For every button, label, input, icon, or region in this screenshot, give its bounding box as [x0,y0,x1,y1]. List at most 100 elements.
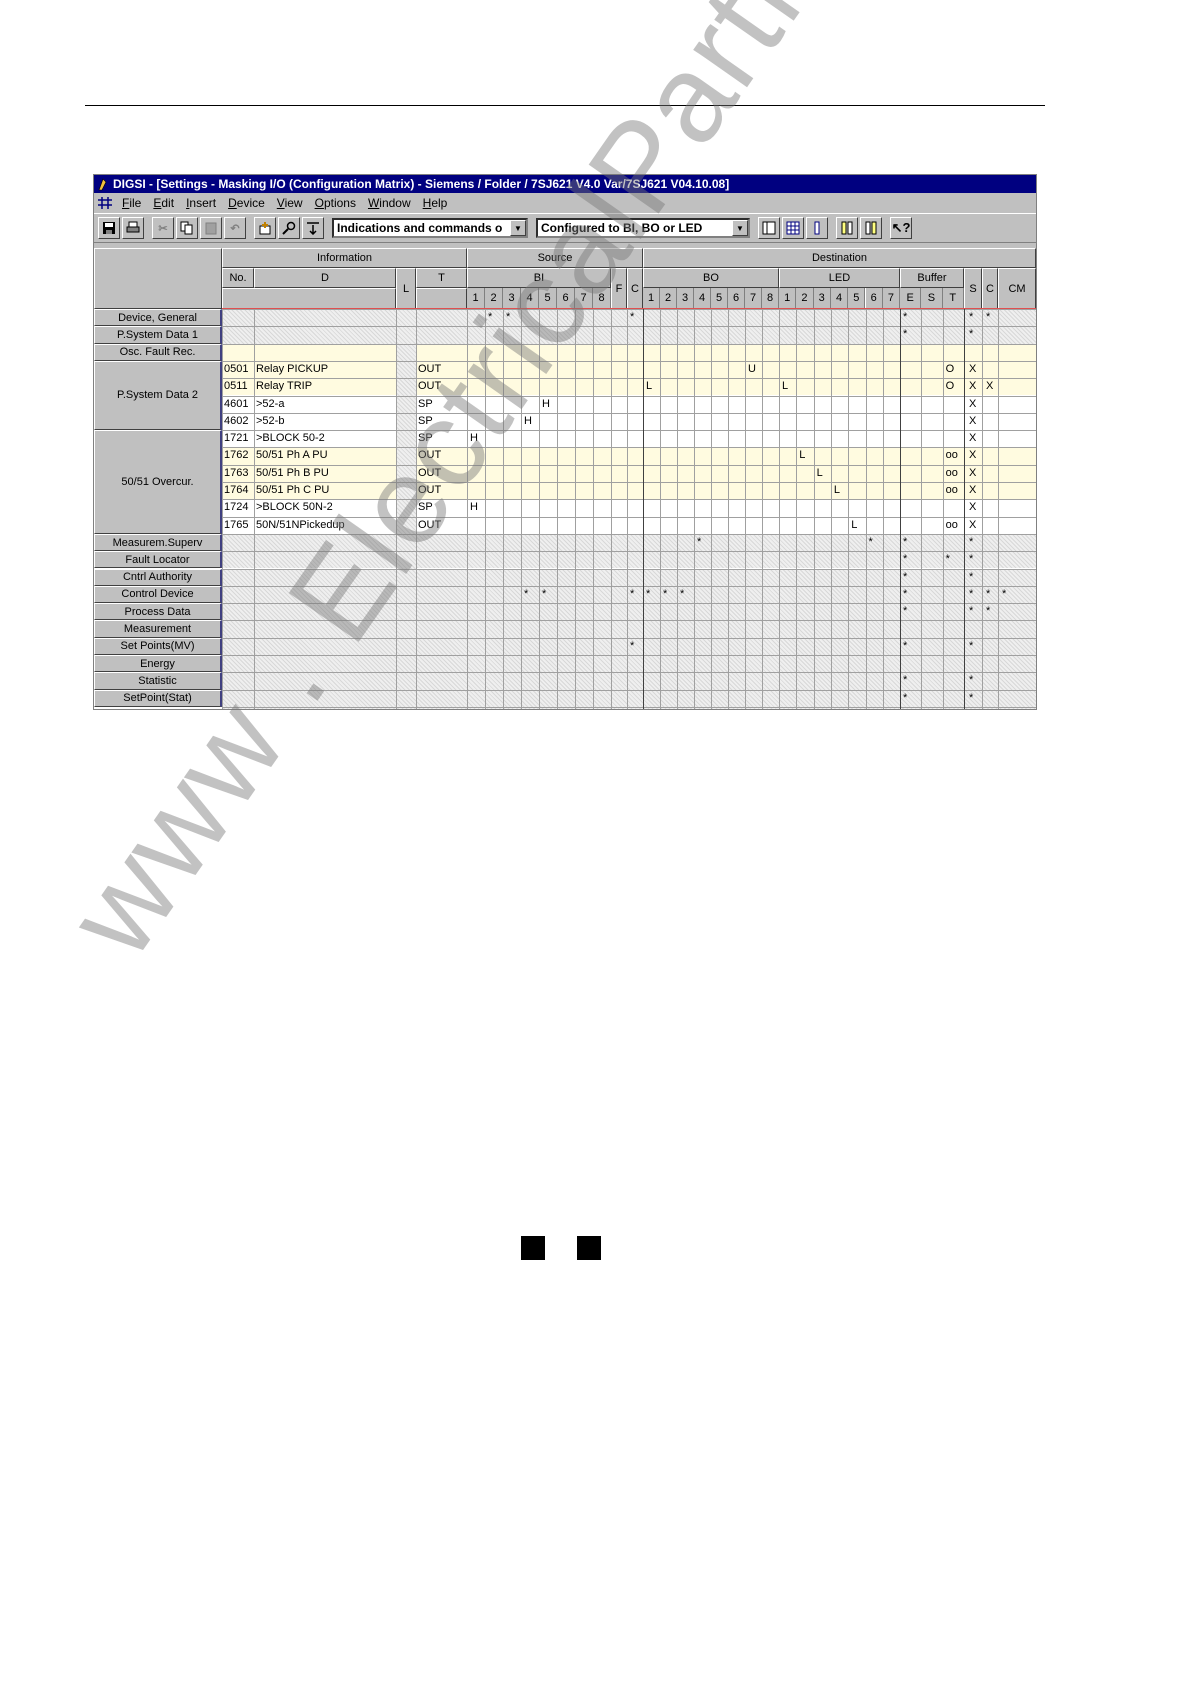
collapse-icon[interactable] [860,217,882,239]
matrix-cell-mark[interactable]: * [628,639,652,653]
matrix-cell-mark[interactable]: * [901,673,925,687]
matrix-cell-mark[interactable]: * [967,691,991,705]
insert-info-icon[interactable] [254,217,276,239]
matrix-cell-mark[interactable]: oo [944,466,968,480]
row-number[interactable]: 1764 [224,482,254,499]
matrix-cell-mark[interactable]: * [901,691,925,705]
matrix-cell-mark[interactable]: * [901,310,925,324]
led-column-header[interactable]: 5 [848,288,866,309]
group-button[interactable]: P.System Data 1 [94,326,222,344]
matrix-cell-mark[interactable]: X [967,414,991,428]
led-column-header[interactable]: 1 [779,288,797,309]
matrix-cell-mark[interactable]: * [967,552,991,566]
led-column-header[interactable]: 7 [882,288,901,309]
matrix-cell-mark[interactable]: L [644,379,668,393]
bo-column-header[interactable]: 1 [643,288,660,309]
matrix-cell-mark[interactable]: X [967,483,991,497]
group-button[interactable]: Process Data [94,603,222,621]
filter-icon[interactable] [302,217,324,239]
matrix-cell-mark[interactable]: * [967,673,991,687]
menu-edit[interactable]: Edit [147,196,180,210]
matrix-cell-mark[interactable]: L [780,379,804,393]
paste-icon[interactable] [200,217,222,239]
view-left-icon[interactable] [758,217,780,239]
d-header[interactable]: D [254,268,396,288]
buffer-column-header[interactable]: S [921,288,943,309]
column-view-icon[interactable] [806,217,828,239]
group-button[interactable]: Cntrl Authority [94,568,222,586]
s-header[interactable]: S [964,268,982,309]
matrix-cell-mark[interactable]: * [901,327,925,341]
row-number[interactable]: 1763 [224,465,254,482]
bo-column-header[interactable]: 2 [660,288,677,309]
bo-column-header[interactable]: 7 [745,288,762,309]
grid-view-icon[interactable] [782,217,804,239]
group-button[interactable]: Fault Locator [94,551,222,569]
row-description[interactable]: Relay TRIP [256,378,396,395]
row-description[interactable]: Relay PICKUP [256,361,396,378]
matrix-cell-mark[interactable]: L [797,448,821,462]
matrix-cell-mark[interactable]: oo [944,448,968,462]
led-column-header[interactable]: 3 [813,288,831,309]
matrix-cell-mark[interactable]: * [1000,587,1024,601]
row-number[interactable]: 1721 [224,430,254,447]
row-number[interactable]: 4602 [224,413,254,430]
find-icon[interactable] [278,217,300,239]
row-number[interactable]: 1762 [224,447,254,464]
led-column-header[interactable]: 6 [865,288,883,309]
bo-column-header[interactable]: 6 [728,288,745,309]
matrix-cell-mark[interactable]: * [540,587,564,601]
matrix-cell-mark[interactable]: L [832,483,856,497]
matrix-cell-mark[interactable]: * [967,570,991,584]
destination-header[interactable]: Destination [643,248,1036,268]
expand-icon[interactable] [836,217,858,239]
group-button[interactable]: Device, General [94,309,222,327]
chevron-down-icon[interactable]: ▼ [732,220,748,236]
matrix-cell-mark[interactable]: L [815,466,839,480]
matrix-cell-mark[interactable]: * [695,535,719,549]
menu-file[interactable]: File [116,196,147,210]
matrix-cell-mark[interactable]: * [901,587,925,601]
row-number[interactable]: 1724 [224,499,254,516]
matrix-cell-mark[interactable]: oo [944,518,968,532]
matrix-cell-mark[interactable]: * [967,327,991,341]
led-column-header[interactable]: 4 [830,288,849,309]
l-header[interactable]: L [396,268,416,309]
matrix-cell-mark[interactable]: X [967,466,991,480]
cm-header[interactable]: CM [998,268,1036,309]
bo-column-header[interactable]: 8 [762,288,779,309]
print-icon[interactable] [122,217,144,239]
matrix-cell-mark[interactable]: * [967,535,991,549]
menu-options[interactable]: Options [309,196,362,210]
bo-column-header[interactable]: 3 [677,288,694,309]
buffer-column-header[interactable]: T [942,288,964,309]
bo-column-header[interactable]: 4 [694,288,711,309]
matrix-cell-mark[interactable]: X [984,379,1008,393]
matrix-cell-mark[interactable]: * [901,535,925,549]
row-number[interactable]: 0501 [224,361,254,378]
menu-device[interactable]: Device [222,196,271,210]
matrix-cell-mark[interactable]: X [967,500,991,514]
copy-icon[interactable] [176,217,198,239]
matrix-cell-mark[interactable]: * [967,639,991,653]
matrix-cell-mark[interactable]: X [967,362,991,376]
no-header[interactable]: No. [222,268,254,288]
matrix-cell-mark[interactable]: * [678,587,702,601]
row-number[interactable]: 4601 [224,396,254,413]
group-button[interactable]: Measurem.Superv [94,533,222,552]
matrix-cell-mark[interactable]: * [984,310,1008,324]
matrix-cell-mark[interactable]: * [901,604,925,618]
group-button[interactable]: Set Points(MV) [94,637,222,655]
undo-icon[interactable]: ↶ [224,217,246,239]
matrix-cell-mark[interactable]: X [967,448,991,462]
bo-header[interactable]: BO [643,268,779,288]
matrix-cell-mark[interactable]: L [849,518,873,532]
context-help-icon[interactable]: ↖? [890,217,912,239]
led-header[interactable]: LED [779,268,900,288]
group-button[interactable]: Control Device [94,585,222,604]
row-number[interactable]: 1765 [224,517,254,534]
group-button[interactable]: P.System Data 2 [94,360,222,431]
menu-help[interactable]: Help [417,196,454,210]
matrix-cell-mark[interactable]: O [944,362,968,376]
information-header[interactable]: Information [222,248,467,268]
